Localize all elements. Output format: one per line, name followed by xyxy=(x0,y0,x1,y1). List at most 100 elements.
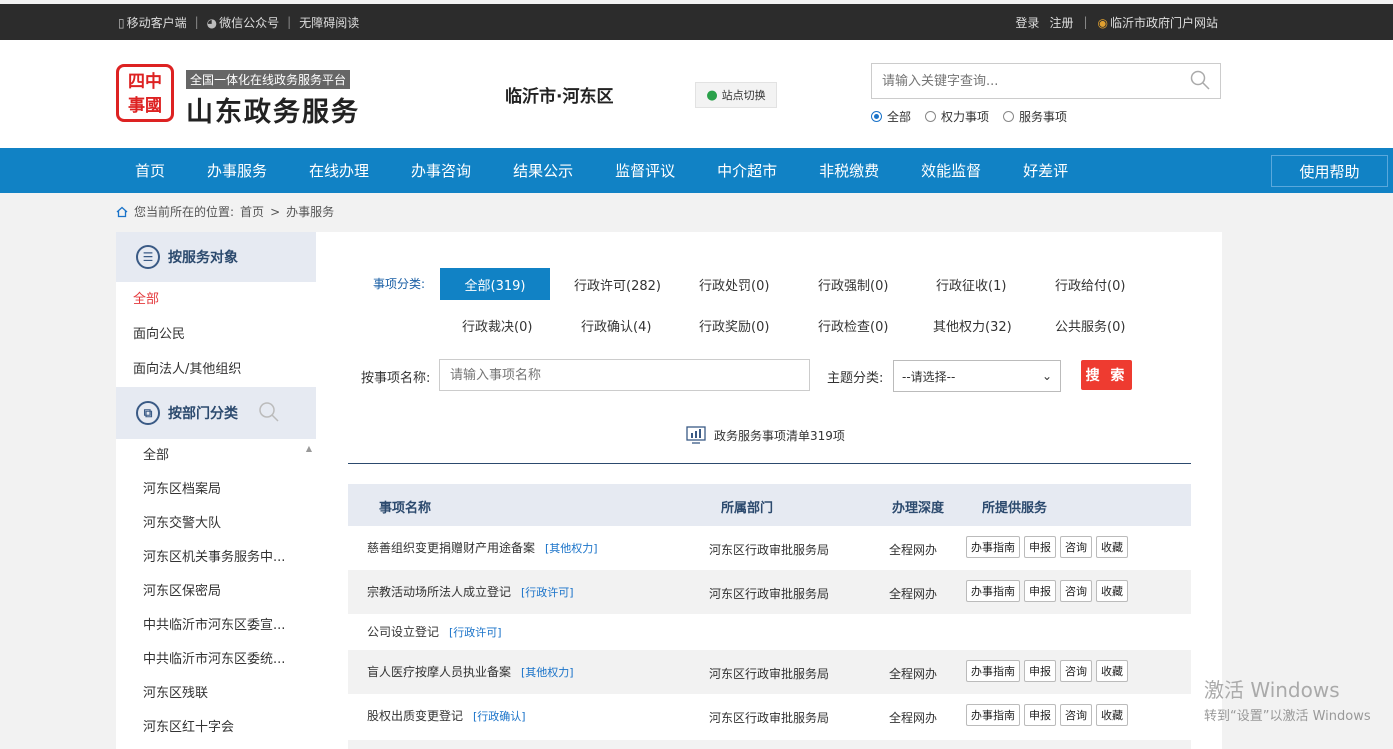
nav-consult[interactable]: 办事咨询 xyxy=(411,160,471,181)
emblem-icon: ◉ xyxy=(1097,15,1108,30)
nav-online[interactable]: 在线办理 xyxy=(309,160,369,181)
dept-list[interactable]: ▲ 全部 河东区档案局 河东交警大队 河东区机关事务服务中... 河东区保密局 … xyxy=(116,439,316,745)
guide-button[interactable]: 办事指南 xyxy=(966,660,1020,682)
category-confirmation[interactable]: 行政确认(4) xyxy=(581,316,651,335)
consult-button[interactable]: 咨询 xyxy=(1060,660,1092,682)
radio-all[interactable]: 全部 xyxy=(871,108,911,125)
chevron-down-icon: ⌄ xyxy=(1041,369,1052,383)
category-all[interactable]: 全部(319) xyxy=(440,268,550,300)
help-button[interactable]: 使用帮助 xyxy=(1271,155,1388,187)
category-penalty[interactable]: 行政处罚(0) xyxy=(699,275,769,294)
nav-efficiency[interactable]: 效能监督 xyxy=(921,160,981,181)
favorite-button[interactable]: 收藏 xyxy=(1096,580,1128,602)
windows-activation-watermark: 激活 Windows 转到“设置”以激活 Windows xyxy=(1204,678,1371,724)
logo-seal[interactable]: 四中 事國 xyxy=(116,64,174,122)
city-name: 临沂市·河东区 xyxy=(505,87,614,107)
category-label: 事项分类: xyxy=(373,277,426,291)
table-row: 盲人医疗按摩人员执业备案 [其他权力] 河东区行政审批服务局 全程网办 办事指南 … xyxy=(348,650,1191,694)
category-public-service[interactable]: 公共服务(0) xyxy=(1055,316,1125,335)
nav-supervision[interactable]: 监督评议 xyxy=(615,160,675,181)
consult-button[interactable]: 咨询 xyxy=(1060,536,1092,558)
header: 四中 事國 全国一体化在线政务服务平台 山东政务服务 临沂市·河东区 ● 站点切换… xyxy=(0,40,1393,148)
logo-tagline: 全国一体化在线政务服务平台 xyxy=(186,70,351,89)
accessible-reading-link[interactable]: 无障碍阅读 xyxy=(299,14,359,31)
topic-select[interactable]: --请选择-- ⌄ xyxy=(893,360,1061,392)
dept-item[interactable]: 河东区残联 xyxy=(116,677,301,711)
scroll-up-icon[interactable]: ▲ xyxy=(306,444,312,453)
dept-item[interactable]: 中共临沂市河东区委统... xyxy=(116,643,301,677)
mobile-client-link[interactable]: ▯ 移动客户端 xyxy=(118,14,187,31)
keyword-search-box xyxy=(871,63,1221,99)
divider xyxy=(348,463,1191,464)
wechat-link[interactable]: ◕ 微信公众号 xyxy=(207,14,280,31)
favorite-button[interactable]: 收藏 xyxy=(1096,704,1128,726)
guide-button[interactable]: 办事指南 xyxy=(966,704,1020,726)
dept-item[interactable]: 全部 xyxy=(116,439,301,473)
search-icon[interactable] xyxy=(258,401,280,423)
radio-power-items[interactable]: 权力事项 xyxy=(925,108,989,125)
target-all[interactable]: 全部 xyxy=(116,282,316,317)
category-inspection[interactable]: 行政检查(0) xyxy=(818,316,888,335)
logo-brand[interactable]: 山东政务服务 xyxy=(186,90,360,129)
category-other-power[interactable]: 其他权力(32) xyxy=(933,316,1012,335)
sidebar: ☰ 按服务对象 全部 面向公民 面向法人/其他组织 ⧉ 按部门分类 ▲ 全部 河… xyxy=(116,232,316,749)
table-header: 事项名称 所属部门 办理深度 所提供服务 xyxy=(348,484,1191,526)
apply-button[interactable]: 申报 xyxy=(1024,704,1056,726)
category-levy[interactable]: 行政征收(1) xyxy=(936,275,1006,294)
target-legal-entity[interactable]: 面向法人/其他组织 xyxy=(116,352,316,387)
login-link[interactable]: 登录 xyxy=(1015,14,1039,31)
portal-link[interactable]: ◉ 临沂市政府门户网站 xyxy=(1098,14,1219,31)
nav-rating[interactable]: 好差评 xyxy=(1023,160,1068,181)
topic-filter-label: 主题分类: xyxy=(827,371,884,386)
radio-service-items[interactable]: 服务事项 xyxy=(1003,108,1067,125)
nav-agency-market[interactable]: 中介超市 xyxy=(717,160,777,181)
location-pin-icon: ● xyxy=(706,87,718,103)
category-ruling[interactable]: 行政裁决(0) xyxy=(462,316,532,335)
breadcrumb-current: 办事服务 xyxy=(286,205,335,219)
category-reward[interactable]: 行政奖励(0) xyxy=(699,316,769,335)
guide-button[interactable]: 办事指南 xyxy=(966,580,1020,602)
apply-button[interactable]: 申报 xyxy=(1024,536,1056,558)
nav-services[interactable]: 办事服务 xyxy=(207,160,267,181)
table-row: 慈善组织变更捐赠财产用途备案 [其他权力] 河东区行政审批服务局 全程网办 办事指… xyxy=(348,526,1191,570)
dept-item[interactable]: 河东区保密局 xyxy=(116,575,301,609)
target-citizen[interactable]: 面向公民 xyxy=(116,317,316,352)
category-payment[interactable]: 行政给付(0) xyxy=(1055,275,1125,294)
nav-fees[interactable]: 非税缴费 xyxy=(819,160,879,181)
category-license[interactable]: 行政许可(282) xyxy=(574,275,661,294)
by-target-header: ☰ 按服务对象 xyxy=(116,232,316,282)
copy-icon: ⧉ xyxy=(136,401,160,425)
by-dept-header: ⧉ 按部门分类 xyxy=(116,387,316,439)
apply-button[interactable]: 申报 xyxy=(1024,580,1056,602)
name-filter-label: 按事项名称: xyxy=(361,371,431,386)
consult-button[interactable]: 咨询 xyxy=(1060,580,1092,602)
search-icon[interactable] xyxy=(1190,70,1210,90)
favorite-button[interactable]: 收藏 xyxy=(1096,660,1128,682)
dept-item[interactable]: 河东区机关事务服务中... xyxy=(116,541,301,575)
site-switch-button[interactable]: ● 站点切换 xyxy=(695,82,777,108)
table-row: 股权出质变更登记 [行政确认] 河东区行政审批服务局 全程网办 办事指南 申报 咨… xyxy=(348,694,1191,738)
category-enforcement[interactable]: 行政强制(0) xyxy=(818,275,888,294)
register-link[interactable]: 注册 xyxy=(1049,14,1073,31)
breadcrumb-home[interactable]: 首页 xyxy=(240,203,264,220)
nav-home[interactable]: 首页 xyxy=(135,160,165,181)
dept-item[interactable]: 中共临沂市河东区委宣... xyxy=(116,609,301,643)
favorite-button[interactable]: 收藏 xyxy=(1096,536,1128,558)
item-count: 政务服务事项清单319项 xyxy=(686,426,845,444)
consult-button[interactable]: 咨询 xyxy=(1060,704,1092,726)
dept-item[interactable]: 河东区档案局 xyxy=(116,473,301,507)
apply-button[interactable]: 申报 xyxy=(1024,660,1056,682)
dept-item[interactable]: 河东交警大队 xyxy=(116,507,301,541)
search-button[interactable]: 搜 索 xyxy=(1081,360,1132,390)
top-bar: ▯ 移动客户端 | ◕ 微信公众号 | 无障碍阅读 登录 注册 | ◉ 临沂市政府门户… xyxy=(0,4,1393,40)
list-icon: ☰ xyxy=(136,245,160,269)
keyword-search-input[interactable] xyxy=(872,64,1172,98)
table-row: 宗教活动场所法人成立登记 [行政许可] 河东区行政审批服务局 全程网办 办事指南 … xyxy=(348,570,1191,614)
nav-results[interactable]: 结果公示 xyxy=(513,160,573,181)
search-scope-radios: 全部 权力事项 服务事项 xyxy=(871,108,1067,125)
item-name-input[interactable] xyxy=(439,359,810,391)
table-row xyxy=(348,740,1191,749)
dept-item[interactable]: 河东区红十字会 xyxy=(116,711,301,745)
guide-button[interactable]: 办事指南 xyxy=(966,536,1020,558)
chart-icon xyxy=(686,426,706,444)
